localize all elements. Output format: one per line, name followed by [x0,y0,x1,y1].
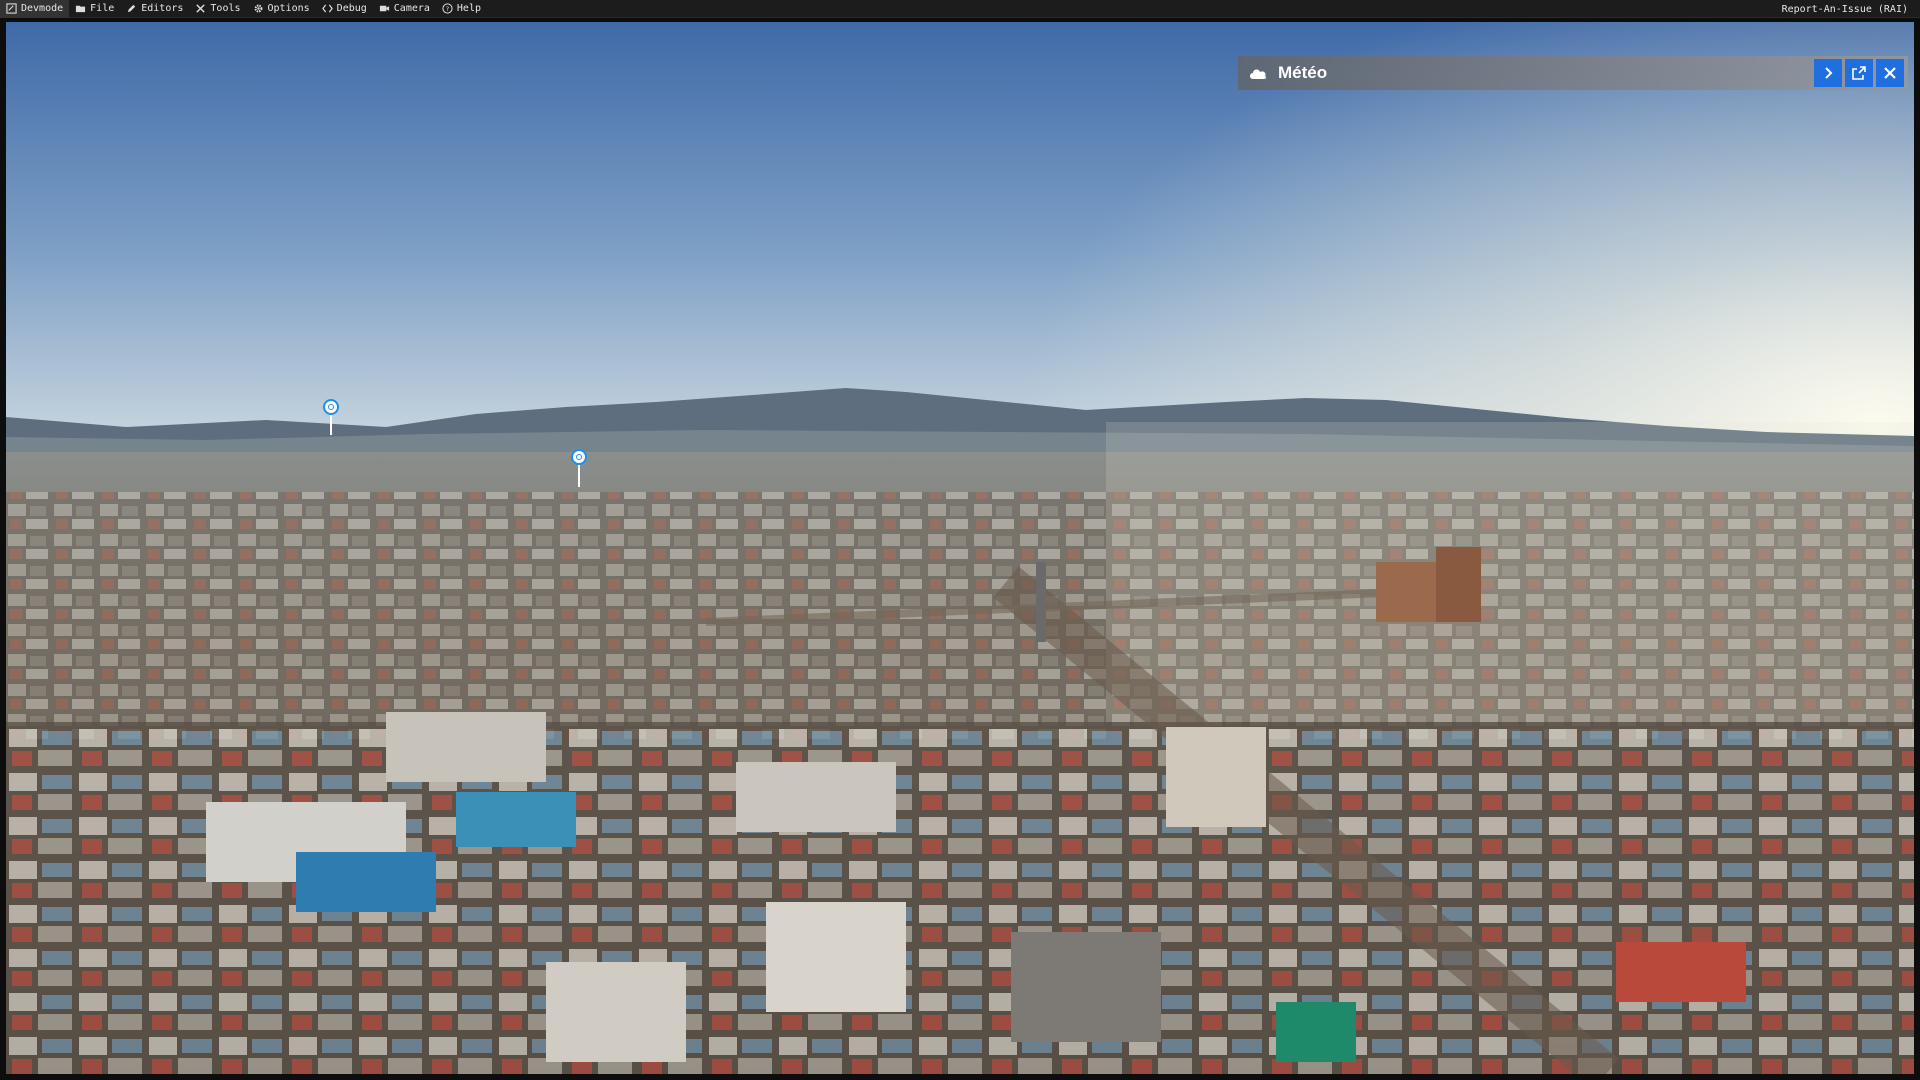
popout-button[interactable] [1845,59,1873,87]
help-icon: ? [442,3,453,14]
pencil-icon [126,3,137,14]
menu-label: Debug [336,3,367,14]
chevron-right-icon [1825,67,1833,79]
3d-viewport[interactable]: Météo [6,22,1914,1074]
code-icon [321,3,333,14]
camera-icon [379,3,390,14]
folder-icon [75,3,86,14]
menu-editors[interactable]: Editors [120,0,189,18]
close-icon [1884,67,1896,79]
menu-bar: Devmode File Editors Tools Options Debug [0,0,1920,18]
report-issue-button[interactable]: Report-An-Issue (RAI) [1776,0,1914,18]
expand-button[interactable] [1814,59,1842,87]
menu-label: File [90,3,115,14]
menu-file[interactable]: File [69,0,120,18]
report-issue-label: Report-An-Issue (RAI) [1781,3,1908,15]
menu-label: Devmode [21,3,64,14]
cloud-icon [1248,66,1268,80]
menu-options[interactable]: Options [247,0,316,18]
svg-text:?: ? [446,5,449,13]
devmode-icon [6,3,17,14]
poi-marker[interactable] [571,449,587,487]
menu-label: Editors [141,3,184,14]
menu-label: Options [267,3,310,14]
poi-target-icon [323,399,339,415]
poi-stem [578,465,580,487]
tools-icon [195,3,206,14]
menu-devmode[interactable]: Devmode [0,0,70,18]
menu-label: Tools [210,3,241,14]
menu-camera[interactable]: Camera [373,0,436,18]
popout-icon [1852,66,1866,80]
aerial-city-scene [6,22,1914,1074]
meteo-panel: Météo [1238,56,1908,90]
gear-icon [253,3,264,14]
menu-debug[interactable]: Debug [316,0,373,18]
menu-label: Camera [393,3,430,14]
meteo-title: Météo [1278,63,1328,82]
poi-stem [330,415,332,435]
menu-label: Help [456,3,481,14]
menu-tools[interactable]: Tools [189,0,246,18]
menu-help[interactable]: ? Help [436,0,487,18]
poi-target-icon [571,449,587,465]
poi-marker[interactable] [323,399,339,435]
close-button[interactable] [1876,59,1904,87]
